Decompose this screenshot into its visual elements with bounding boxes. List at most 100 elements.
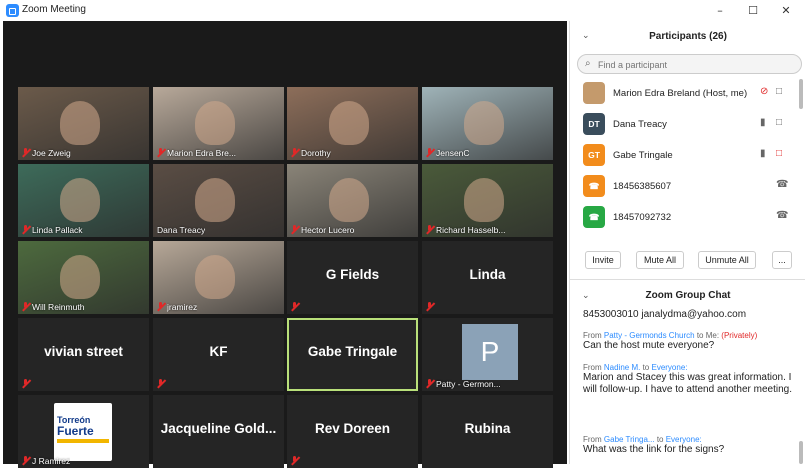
video-tile[interactable]: jramirez [153, 241, 284, 314]
window-title: Zoom Meeting [22, 4, 86, 15]
person-silhouette [464, 178, 504, 222]
video-tile[interactable]: Linda Pallack [18, 164, 149, 237]
tile-name-label: J Ramirez [32, 456, 71, 466]
participant-scrollbar[interactable] [799, 79, 803, 109]
video-tile[interactable]: Jacqueline Gold... [153, 395, 284, 468]
video-tile[interactable]: JensenC [422, 87, 553, 160]
participant-row[interactable]: ☎ 18457092732 ☎ [570, 203, 802, 233]
muted-mic-icon [425, 302, 434, 311]
participant-row[interactable]: Marion Edra Breland (Host, me) ⊘ □ [570, 79, 802, 109]
mute-all-button[interactable]: Mute All [636, 251, 684, 269]
participant-name: 18456385607 [613, 181, 672, 192]
video-tile[interactable]: Torreón Fuerte J Ramirez [18, 395, 149, 468]
video-tile[interactable]: G Fields [287, 241, 418, 314]
video-icon[interactable]: □ [776, 86, 782, 97]
muted-mic-icon [156, 148, 165, 157]
tile-display-name: Rubina [464, 421, 511, 436]
muted-mic-icon [156, 379, 165, 388]
divider [570, 279, 805, 280]
avatar: ☎ [583, 206, 605, 228]
invite-button[interactable]: Invite [585, 251, 621, 269]
muted-mic-icon [21, 148, 30, 157]
tile-name-label: jramirez [167, 302, 198, 312]
chat-text: Marion and Stacey this was great informa… [583, 372, 793, 395]
participant-row[interactable]: ☎ 18456385607 ☎ [570, 172, 802, 202]
maximize-button[interactable]: ☐ [738, 2, 768, 19]
participant-row[interactable]: DT Dana Treacy ▮ □ [570, 110, 802, 140]
avatar [583, 82, 605, 104]
chat-title: Zoom Group Chat [645, 290, 731, 301]
close-button[interactable]: ✕ [771, 2, 801, 19]
minimize-button[interactable]: – [705, 2, 735, 19]
participant-name: Gabe Tringale [613, 150, 673, 161]
more-button[interactable]: ... [772, 251, 792, 269]
person-silhouette [195, 178, 235, 222]
chat-text: What was the link for the signs? [583, 444, 725, 455]
participant-list: Marion Edra Breland (Host, me) ⊘ □ DT Dana T… [570, 79, 805, 239]
participant-name: 18457092732 [613, 212, 672, 223]
participant-name: Dana Treacy [613, 119, 667, 130]
tile-display-name: vivian street [44, 344, 123, 359]
mic-icon[interactable]: ▮ [760, 117, 766, 128]
tile-name-label: Richard Hasselb... [436, 225, 506, 235]
tile-name-label: JensenC [436, 148, 470, 158]
video-tile[interactable]: KF [153, 318, 284, 391]
person-silhouette [195, 255, 235, 299]
logo-stripe [57, 439, 109, 443]
title-bar: Zoom Meeting – ☐ ✕ [0, 0, 805, 21]
video-tile[interactable]: Marion Edra Bre... [153, 87, 284, 160]
tile-display-name: Linda [469, 267, 506, 282]
muted-mic-icon [425, 148, 434, 157]
tile-display-name: G Fields [325, 267, 380, 282]
video-tile[interactable]: Rev Doreen [287, 395, 418, 468]
tile-name-label: Marion Edra Bre... [167, 148, 236, 158]
video-off-icon[interactable]: □ [776, 148, 782, 159]
avatar: P [462, 324, 518, 380]
chat-messages: 8453003010 janalydma@yahoo.com From Patty… [570, 307, 805, 464]
mic-icon[interactable]: ▮ [760, 148, 766, 159]
muted-mic-icon [156, 302, 165, 311]
video-tile[interactable]: Richard Hasselb... [422, 164, 553, 237]
person-silhouette [195, 101, 235, 145]
search-icon: ⌕ [585, 58, 591, 69]
video-tile[interactable]: Dorothy [287, 87, 418, 160]
chat-meta: From Nadine M. to Everyone: [583, 363, 688, 372]
video-tile[interactable]: Gabe Tringale [287, 318, 418, 391]
mic-muted-icon[interactable]: ⊘ [760, 86, 768, 97]
video-tile[interactable]: vivian street [18, 318, 149, 391]
phone-icon: ☎ [776, 210, 789, 221]
avatar: DT [583, 113, 605, 135]
tile-name-label: Dana Treacy [157, 225, 206, 235]
tile-display-name: KF [209, 344, 228, 359]
video-tile[interactable]: Rubina [422, 395, 553, 468]
zoom-logo-icon [6, 4, 19, 17]
side-panel: ⌄ Participants (26) ⌕ Marion Edra Brelan… [569, 21, 805, 464]
chat-scrollbar[interactable] [799, 441, 803, 464]
chat-header: ⌄ Zoom Group Chat [570, 283, 805, 307]
muted-mic-icon [21, 302, 30, 311]
muted-mic-icon [290, 225, 299, 234]
tile-name-label: Linda Pallack [32, 225, 83, 235]
tile-name-label: Hector Lucero [301, 225, 355, 235]
search-input[interactable] [598, 58, 788, 71]
participant-search[interactable]: ⌕ [577, 54, 802, 74]
gallery-view: Joe Zweig Marion Edra Bre... Dorothy Jensen… [3, 21, 567, 468]
muted-mic-icon [290, 148, 299, 157]
logo-text: Fuerte [57, 424, 94, 438]
person-silhouette [60, 101, 100, 145]
video-icon[interactable]: □ [776, 117, 782, 128]
participant-row[interactable]: GT Gabe Tringale ▮ □ [570, 141, 802, 171]
video-tile[interactable]: P Patty - Germon... [422, 318, 553, 391]
zoom-window: Zoom Meeting – ☐ ✕ Joe Zweig Marion Edra … [0, 0, 805, 468]
person-silhouette [329, 101, 369, 145]
unmute-all-button[interactable]: Unmute All [698, 251, 756, 269]
person-silhouette [60, 178, 100, 222]
video-tile[interactable]: Linda [422, 241, 553, 314]
video-tile[interactable]: Hector Lucero [287, 164, 418, 237]
chat-message: From Patty - Germonds Church to Me: (Pri… [583, 331, 793, 352]
video-tile[interactable]: Will Reinmuth [18, 241, 149, 314]
video-tile[interactable]: Dana Treacy [153, 164, 284, 237]
muted-mic-icon [21, 379, 30, 388]
muted-mic-icon [21, 225, 30, 234]
video-tile[interactable]: Joe Zweig [18, 87, 149, 160]
